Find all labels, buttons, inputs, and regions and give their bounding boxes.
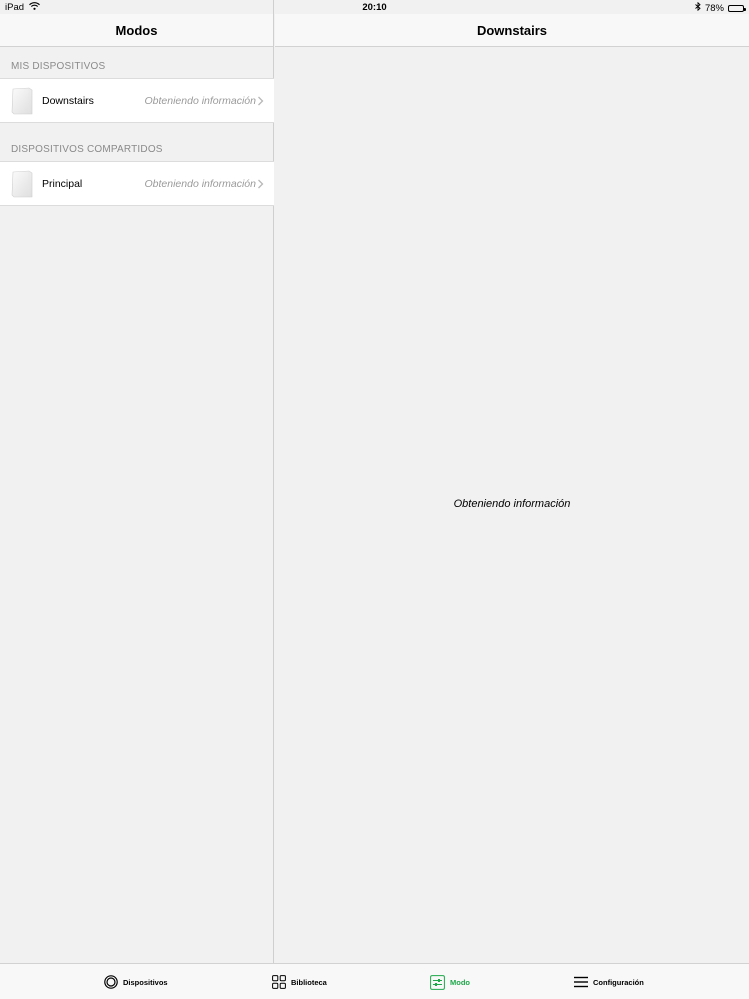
device-status: Obteniendo información bbox=[144, 177, 257, 190]
menu-icon bbox=[574, 976, 588, 988]
tab-configuracion[interactable]: Configuración bbox=[574, 964, 644, 999]
tab-label: Biblioteca bbox=[291, 977, 327, 987]
master-title: Modos bbox=[115, 22, 158, 38]
master-pane: Modos MIS DISPOSITIVOS Downstairs Obteni bbox=[0, 0, 274, 963]
tab-label: Configuración bbox=[593, 977, 644, 987]
tab-bar: Dispositivos Biblioteca Modo Configuraci… bbox=[0, 963, 749, 999]
tab-biblioteca[interactable]: Biblioteca bbox=[272, 964, 327, 999]
screen: iPad 20:10 78% Modos MIS DISPOSITIVOS Do… bbox=[0, 0, 749, 999]
device-name: Principal bbox=[42, 177, 83, 190]
status-right: 78% bbox=[695, 1, 746, 14]
device-row-downstairs[interactable]: Downstairs Obteniendo información bbox=[0, 78, 274, 123]
detail-navbar: Downstairs bbox=[275, 14, 749, 47]
device-row-principal[interactable]: Principal Obteniendo información bbox=[0, 161, 274, 206]
battery-percent: 78% bbox=[704, 2, 724, 14]
bluetooth-icon bbox=[695, 1, 701, 14]
device-status: Obteniendo información bbox=[144, 94, 257, 107]
status-time: 20:10 bbox=[362, 2, 387, 13]
devices-icon bbox=[104, 975, 118, 989]
speaker-device-icon bbox=[11, 87, 33, 115]
chevron-right-icon bbox=[257, 94, 264, 106]
battery-icon bbox=[728, 4, 746, 12]
mode-sliders-icon bbox=[430, 974, 445, 990]
master-navbar: Modos bbox=[0, 14, 273, 47]
library-grid-icon bbox=[272, 975, 286, 989]
loading-message: Obteniendo información bbox=[453, 498, 571, 510]
tab-label: Dispositivos bbox=[123, 977, 168, 987]
device-name: Downstairs bbox=[42, 94, 94, 107]
section-header-shared-devices: DISPOSITIVOS COMPARTIDOS bbox=[11, 144, 163, 155]
tab-modo[interactable]: Modo bbox=[430, 964, 470, 999]
speaker-device-icon bbox=[11, 170, 33, 198]
detail-pane: Downstairs Obteniendo información bbox=[275, 0, 749, 963]
status-bar: iPad 20:10 78% bbox=[0, 0, 749, 14]
tab-dispositivos[interactable]: Dispositivos bbox=[104, 964, 168, 999]
detail-title: Downstairs bbox=[476, 22, 548, 38]
tab-label: Modo bbox=[450, 977, 470, 987]
chevron-right-icon bbox=[257, 177, 264, 189]
section-header-my-devices: MIS DISPOSITIVOS bbox=[11, 61, 106, 72]
